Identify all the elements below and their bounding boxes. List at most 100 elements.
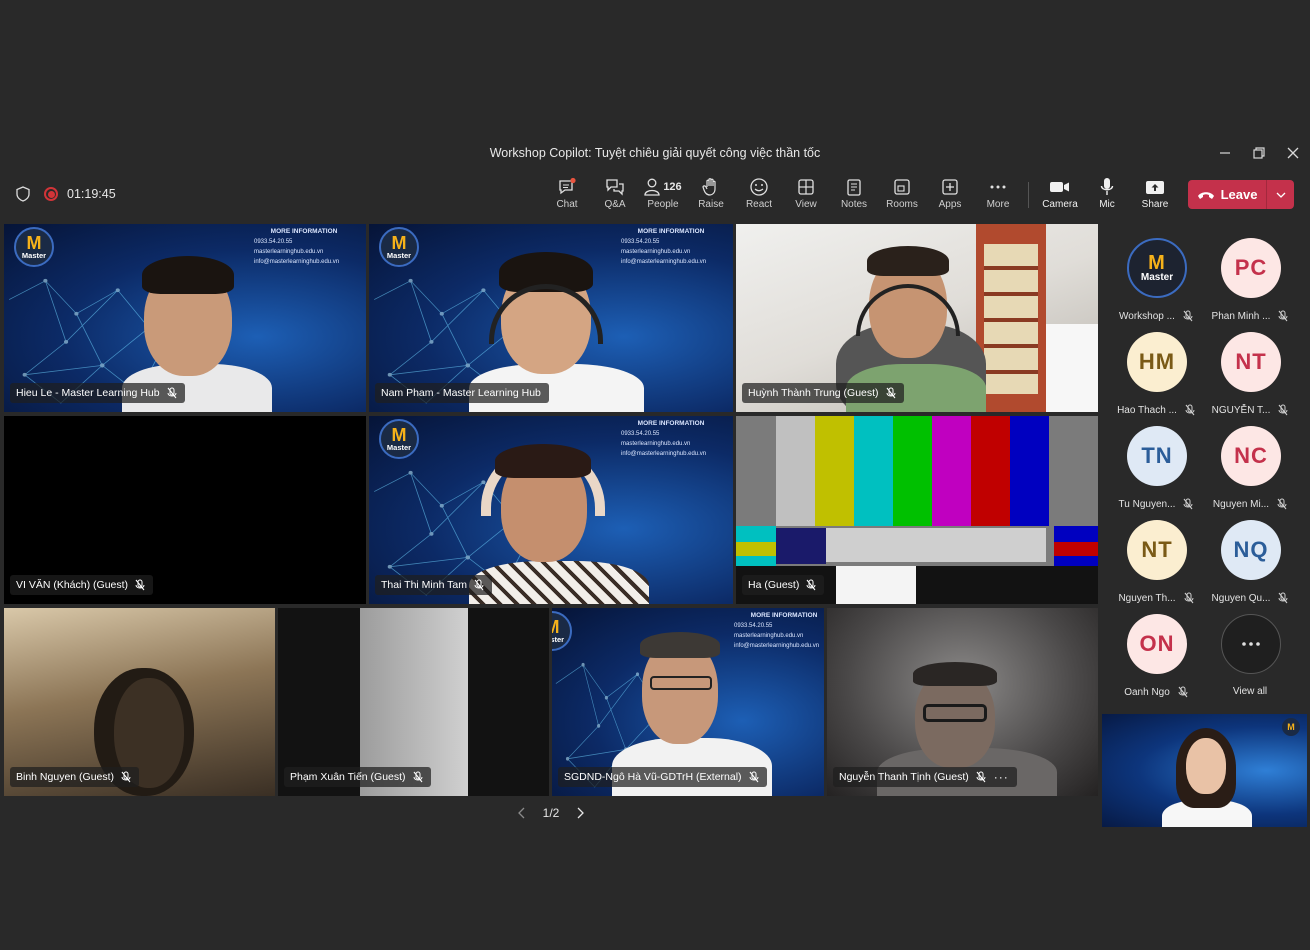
video-tile[interactable]: Nguyễn Thanh Tịnh (Guest) ··· <box>827 608 1098 796</box>
video-tile[interactable]: MMaster MORE INFORMATION0933.54.20.55mas… <box>369 224 733 412</box>
meeting-timer: 01:19:45 <box>67 187 116 201</box>
video-tile[interactable]: MMaster MORE INFORMATION0933.54.20.55mas… <box>369 416 733 604</box>
self-view-video[interactable]: M <box>1102 714 1307 827</box>
close-button[interactable] <box>1276 138 1310 168</box>
more-label: More <box>986 199 1010 210</box>
info-card: MORE INFORMATION 0933.54.20.55 masterlearn… <box>734 612 820 649</box>
leave-options-button[interactable] <box>1266 180 1294 209</box>
notes-label: Notes <box>840 199 868 210</box>
participant-name-tag: VI VĂN (Khách) (Guest) <box>10 575 154 595</box>
gallery-pager: 1/2 <box>518 802 584 824</box>
rooms-button[interactable]: Rooms <box>879 176 925 216</box>
microphone-icon <box>1100 178 1114 195</box>
camera-button[interactable]: Camera <box>1037 176 1083 216</box>
avatar: HM <box>1127 332 1187 392</box>
mic-muted-icon <box>1183 310 1193 322</box>
mic-muted-icon <box>1183 498 1193 510</box>
mic-muted-icon <box>886 387 896 399</box>
restore-icon <box>1253 147 1265 159</box>
roster-name: Phan Minh ... <box>1211 310 1271 322</box>
mic-muted-icon <box>749 771 759 783</box>
roster-item[interactable]: NT Nguyen Th... <box>1109 514 1203 604</box>
mic-muted-icon <box>135 579 145 591</box>
camera-label: Camera <box>1042 199 1078 210</box>
roster-item[interactable]: HM Hao Thach ... <box>1109 326 1203 416</box>
teams-meeting-window: Workshop Copilot: Tuyệt chiêu giải quyết… <box>0 0 1310 950</box>
more-dots-icon <box>1221 614 1281 674</box>
mic-muted-icon <box>1278 592 1288 604</box>
chat-button[interactable]: Chat <box>544 176 590 216</box>
participant-name-tag: Nguyễn Thanh Tịnh (Guest) ··· <box>833 767 1017 787</box>
mic-muted-icon <box>976 771 986 783</box>
mic-muted-icon <box>121 771 131 783</box>
roster-name: Nguyen Mi... <box>1212 498 1270 510</box>
master-logo: MMaster <box>1140 251 1174 283</box>
master-logo: M <box>1282 718 1300 736</box>
share-screen-icon <box>1146 181 1164 194</box>
people-button[interactable]: 126 People <box>640 176 686 216</box>
roster-name: Workshop ... <box>1119 310 1175 322</box>
mic-label: Mic <box>1099 199 1115 210</box>
mic-muted-icon <box>1278 310 1288 322</box>
view-all-label: View all <box>1232 686 1268 697</box>
video-tile[interactable]: MMaster MORE INFORMATION0933.54.20.55mas… <box>552 608 824 796</box>
raise-hand-button[interactable]: Raise <box>688 176 734 216</box>
meeting-toolbar: 01:19:45 Chat Q&A 126 People Raise React… <box>0 170 1310 218</box>
tile-more-options[interactable]: ··· <box>994 770 1009 784</box>
raise-label: Raise <box>698 199 724 210</box>
roster-item[interactable]: NC Nguyen Mi... <box>1203 420 1297 510</box>
notes-icon <box>847 179 861 196</box>
roster-item[interactable]: NQ Nguyen Qu... <box>1203 514 1297 604</box>
chevron-right-icon[interactable] <box>576 807 584 819</box>
roster-item[interactable]: M Master Workshop ... <box>1109 232 1203 322</box>
apps-button[interactable]: Apps <box>927 176 973 216</box>
view-all-button[interactable]: View all <box>1203 608 1297 698</box>
participant-name-tag: Hieu Le - Master Learning Hub <box>10 383 185 403</box>
avatar: M Master <box>1127 238 1187 298</box>
hand-icon <box>702 178 716 196</box>
chevron-left-icon[interactable] <box>518 807 526 819</box>
avatar: ON <box>1127 614 1187 674</box>
roster-item[interactable]: NT NGUYỄN T... <box>1203 326 1297 416</box>
roster-item[interactable]: PC Phan Minh ... <box>1203 232 1297 322</box>
leave-control: Leave <box>1188 180 1294 209</box>
avatar: NT <box>1127 520 1187 580</box>
leave-button[interactable]: Leave <box>1188 180 1266 209</box>
toolbar-divider <box>1028 182 1029 208</box>
restore-button[interactable] <box>1242 138 1276 168</box>
apps-plus-icon <box>942 179 958 195</box>
more-button[interactable]: More <box>975 176 1021 216</box>
roster-name: NGUYỄN T... <box>1211 404 1271 416</box>
view-button[interactable]: View <box>783 176 829 216</box>
info-card: MORE INFORMATION 0933.54.20.55 masterlearn… <box>621 420 707 457</box>
react-button[interactable]: React <box>736 176 782 216</box>
video-tile[interactable]: Huỳnh Thành Trung (Guest) <box>736 224 1098 412</box>
master-logo: MMaster <box>14 227 54 267</box>
qa-button[interactable]: Q&A <box>592 176 638 216</box>
video-tile[interactable]: Ha (Guest) <box>736 416 1098 604</box>
hang-up-icon <box>1197 191 1214 199</box>
chat-label: Chat <box>556 199 578 210</box>
roster-item[interactable]: ON Oanh Ngo <box>1109 608 1203 698</box>
minimize-icon <box>1220 152 1230 154</box>
share-button[interactable]: Share <box>1132 176 1178 216</box>
mic-button[interactable]: Mic <box>1084 176 1130 216</box>
participant-name-tag: Binh Nguyen (Guest) <box>10 767 140 787</box>
notes-button[interactable]: Notes <box>831 176 877 216</box>
chat-icon <box>559 177 576 195</box>
mic-muted-icon <box>1278 404 1288 416</box>
minimize-button[interactable] <box>1208 138 1242 168</box>
mic-muted-icon <box>1178 686 1188 698</box>
video-tile[interactable]: MMaster MORE INFORMATION0933.54.20.55mas… <box>4 224 366 412</box>
video-tile[interactable]: Binh Nguyen (Guest) <box>4 608 275 796</box>
roster-item[interactable]: TN Tu Nguyen... <box>1109 420 1203 510</box>
video-tile[interactable]: VI VĂN (Khách) (Guest) <box>4 416 366 604</box>
avatar: NT <box>1221 332 1281 392</box>
video-tile[interactable]: Phạm Xuân Tiến (Guest) <box>278 608 549 796</box>
participant-name-tag: Nam Pham - Master Learning Hub <box>375 383 549 403</box>
participant-name-tag: Phạm Xuân Tiến (Guest) <box>284 767 431 787</box>
avatar: NQ <box>1221 520 1281 580</box>
mic-muted-icon <box>1185 404 1195 416</box>
title-bar: Workshop Copilot: Tuyệt chiêu giải quyết… <box>0 138 1310 168</box>
participant-name-tag: Ha (Guest) <box>742 575 825 595</box>
